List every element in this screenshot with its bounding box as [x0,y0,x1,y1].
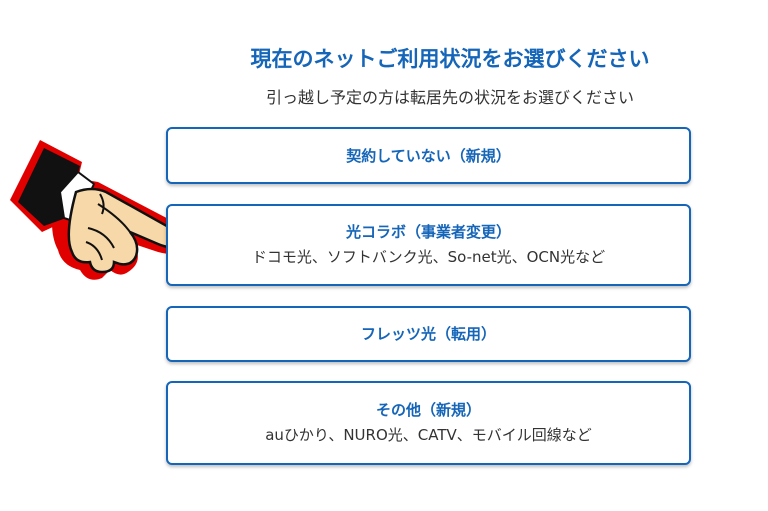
option-hikari-collab-desc: ドコモ光、ソフトバンク光、So-net光、OCN光など [251,248,606,266]
option-no-contract-button[interactable]: 契約していない（新規） [166,127,691,184]
option-other-desc: auひかり、NURO光、CATV、モバイル回線など [265,426,592,444]
option-other-title: その他（新規） [375,401,481,419]
option-hikari-collab-button[interactable]: 光コラボ（事業者変更） ドコモ光、ソフトバンク光、So-net光、OCN光など [166,204,691,286]
option-hikari-collab-title: 光コラボ（事業者変更） [345,223,511,241]
option-flets-title: フレッツ光（転用） [360,325,496,343]
option-no-contract-title: 契約していない（新規） [346,146,511,165]
page-title: 現在のネットご利用状況をお選びください [250,47,650,71]
pointing-hand-icon [10,140,190,280]
page-subtitle: 引っ越し予定の方は転居先の状況をお選びください [265,88,634,107]
option-flets-button[interactable]: フレッツ光（転用） [166,306,691,362]
option-other-button[interactable]: その他（新規） auひかり、NURO光、CATV、モバイル回線など [166,381,691,465]
